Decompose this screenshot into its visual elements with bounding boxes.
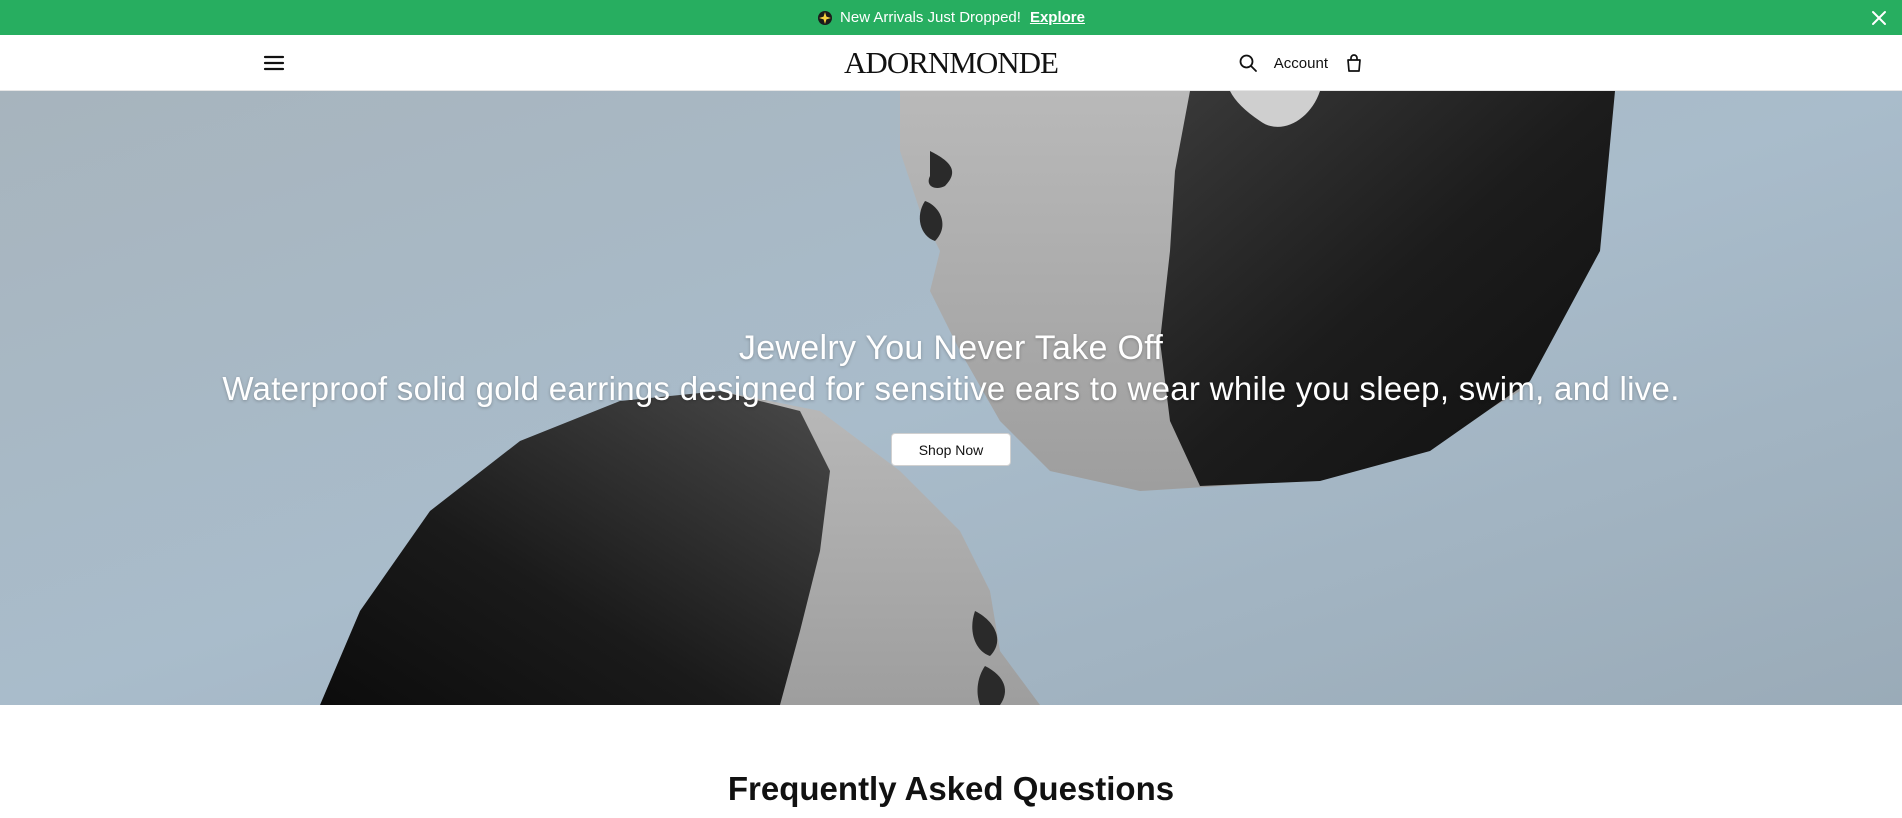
account-link[interactable]: Account [1274,55,1328,72]
announcement-text: New Arrivals Just Dropped! [840,9,1021,26]
shop-now-button[interactable]: Shop Now [891,433,1011,466]
sparkle-icon [818,10,833,25]
shopping-bag-icon[interactable] [1344,53,1364,73]
faq-title: Frequently Asked Questions [727,770,1175,807]
hero-subheading: Waterproof solid gold earrings designed … [222,370,1680,407]
brand-logo: ADORNMONDE [0,43,1902,83]
hero-heading: Jewelry You Never Take Off [738,329,1164,367]
close-icon[interactable] [1870,9,1888,27]
search-icon[interactable] [1238,53,1258,73]
announcement-bar: New Arrivals Just Dropped! Explore [0,0,1902,35]
announcement-content: New Arrivals Just Dropped! Explore [817,9,1085,26]
explore-link[interactable]: Explore [1030,9,1085,26]
hero-banner: Jewelry You Never Take Off Waterproof so… [0,91,1902,705]
header-actions: Account [1238,50,1364,76]
logo-text[interactable]: ADORNMONDE [844,45,1059,80]
site-header: ADORNMONDE Account [0,35,1902,91]
